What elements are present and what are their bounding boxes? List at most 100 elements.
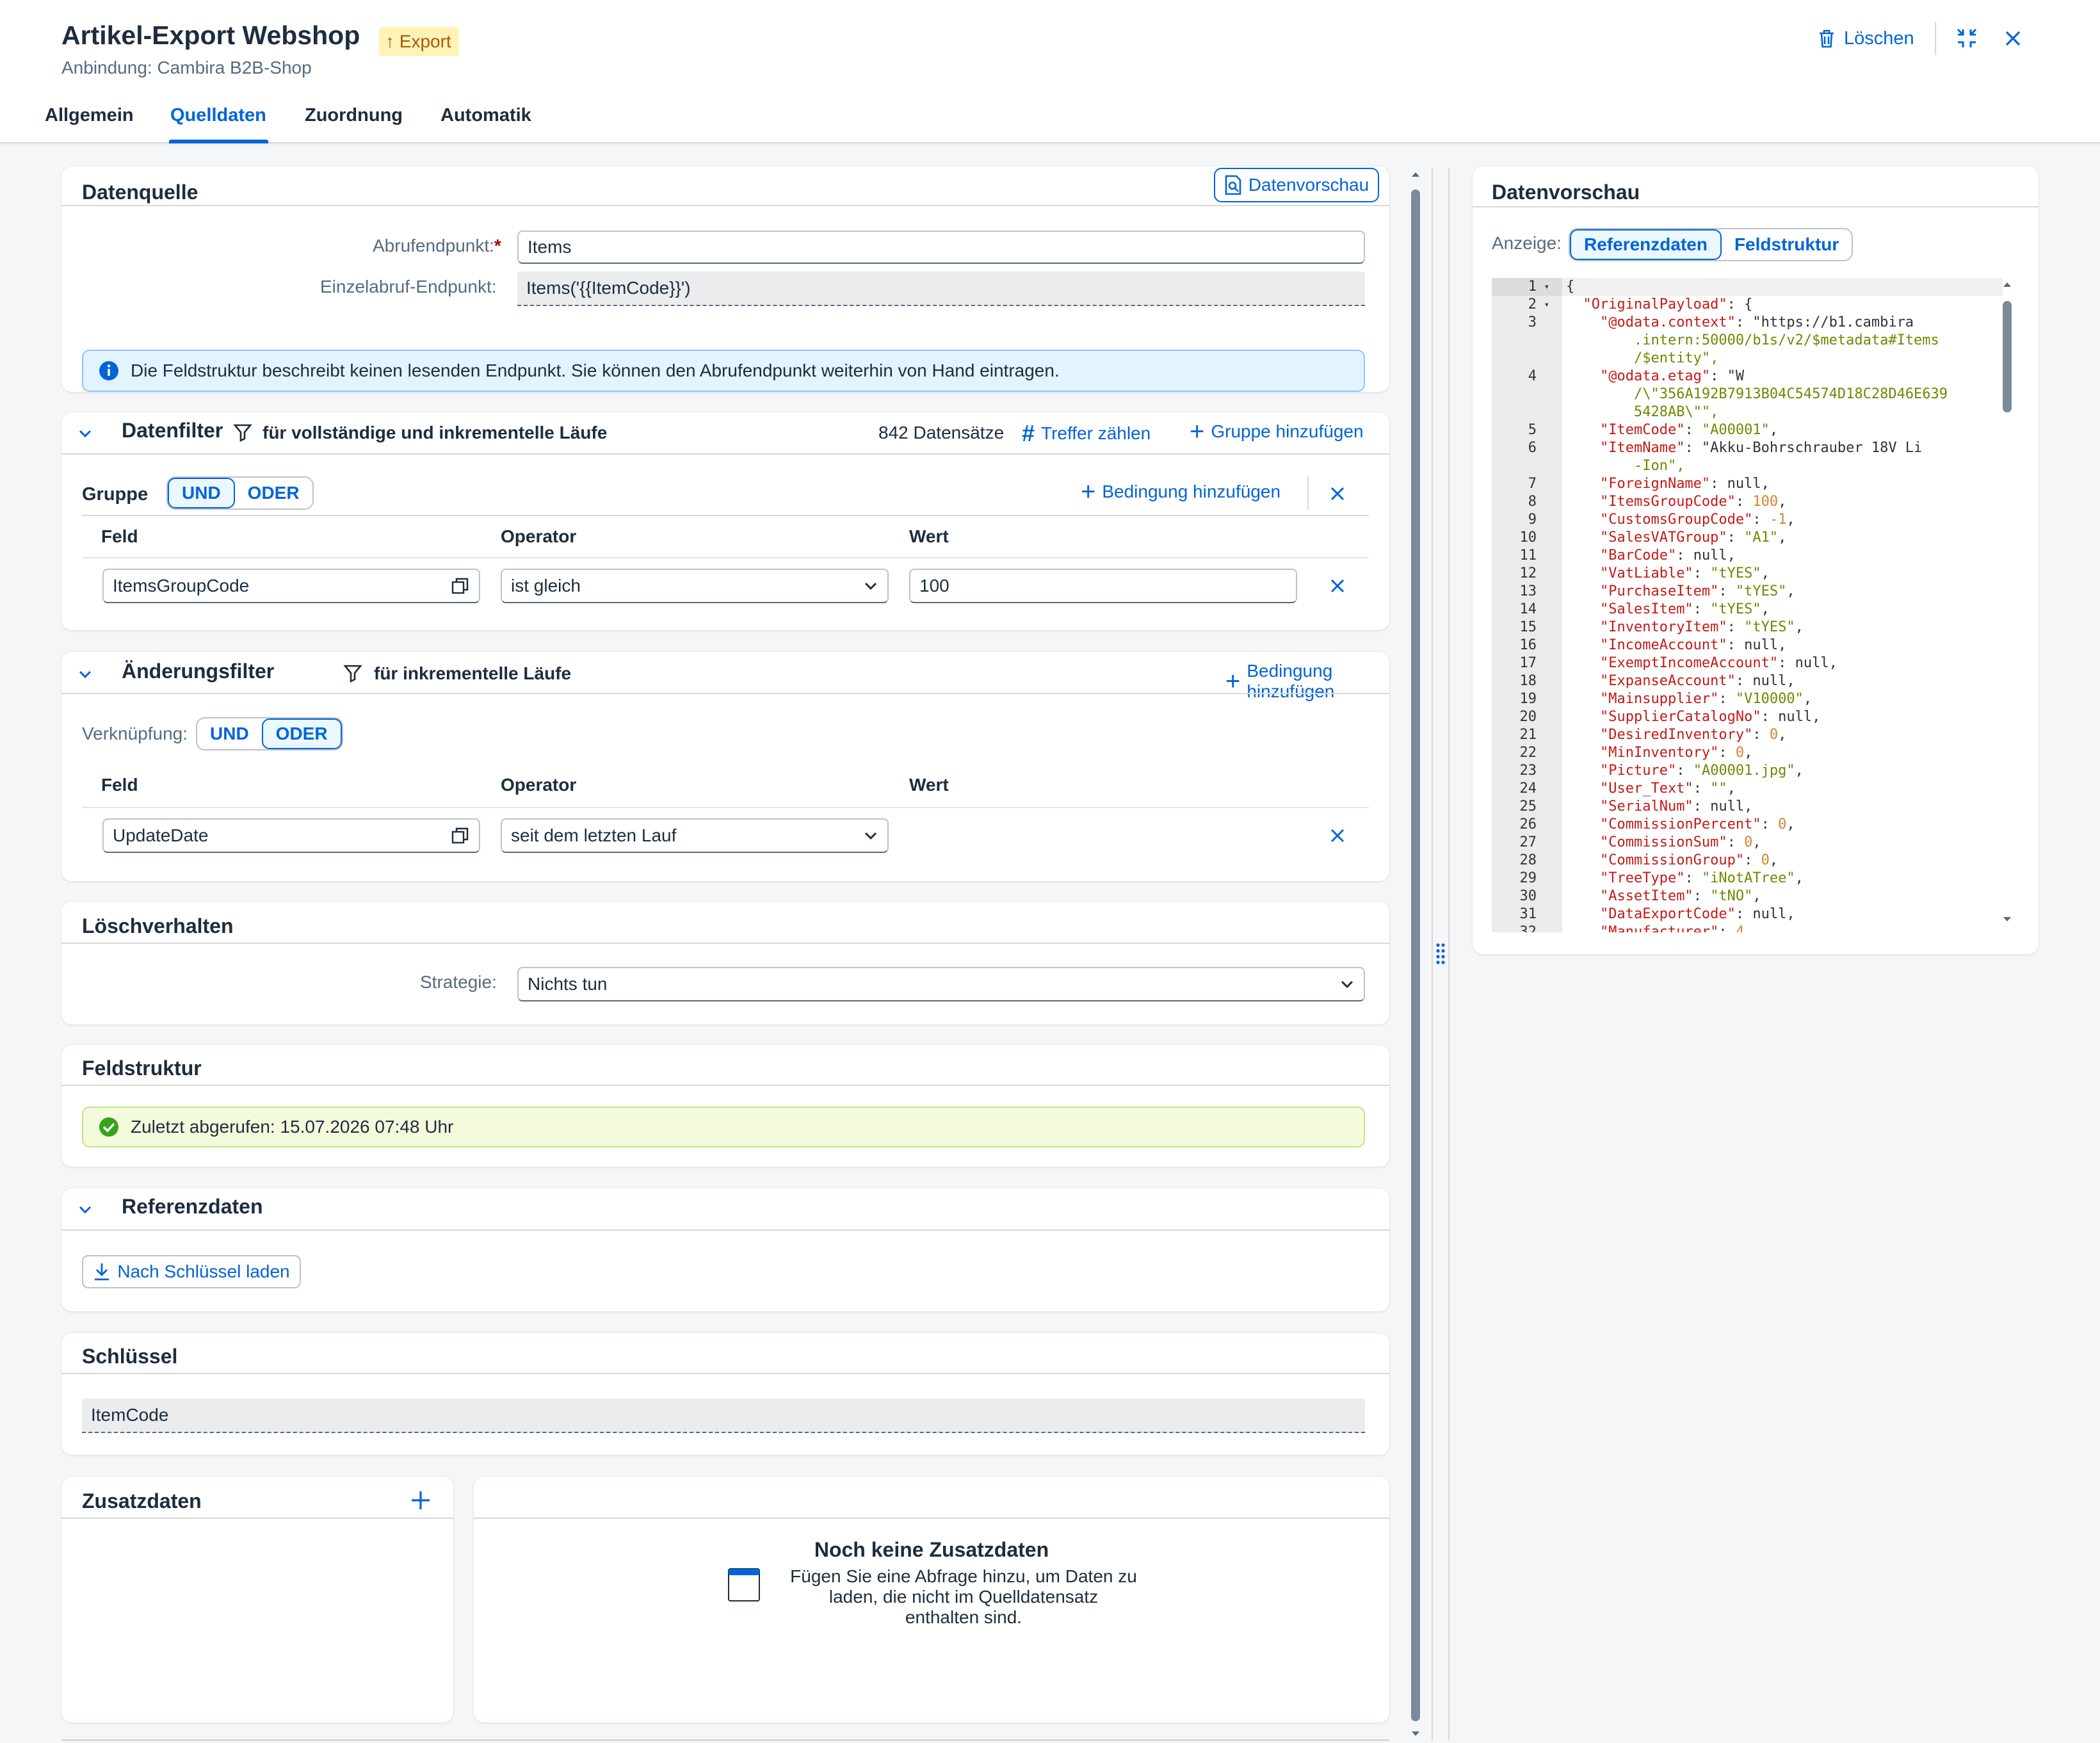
scroll-up-icon[interactable] (1410, 170, 1421, 178)
and-option[interactable]: UND (168, 478, 235, 508)
success-check-icon (99, 1117, 118, 1137)
code-line: "@odata.etag": "W (1599, 368, 1745, 384)
info-icon (99, 361, 118, 380)
code-line: "ExemptIncomeAccount": null, (1599, 655, 1838, 671)
collapse-chevron-icon[interactable] (77, 1201, 93, 1218)
line-number: 1 (1528, 279, 1537, 295)
code-line: "Mainsupplier": "V10000", (1599, 691, 1813, 707)
tab-zuordnung[interactable]: Zuordnung (305, 105, 403, 126)
referenzdaten-section: Referenzdaten Nach Schlüssel laden (61, 1188, 1389, 1311)
code-line: "SupplierCatalogNo": null, (1599, 709, 1821, 725)
tab-quelldaten[interactable]: Quelldaten (170, 105, 266, 126)
code-line: 5428AB\"", (1633, 404, 1719, 420)
code-line: "ItemsGroupCode": 100, (1599, 494, 1787, 510)
line-number: 21 (1519, 727, 1537, 743)
fold-chevron-icon[interactable]: ▾ (1539, 278, 1549, 296)
line-number: 2 (1528, 296, 1537, 312)
add-condition-label: Bedingung hinzufügen (1102, 482, 1281, 501)
delete-button[interactable]: Löschen (1817, 24, 1914, 53)
remove-group-icon[interactable] (1329, 485, 1346, 502)
trash-icon (1820, 29, 1834, 48)
code-line: /\"356A192B7913B04C54574D18C28D46E639 (1633, 386, 1948, 402)
endpoint-input[interactable]: Items (517, 231, 1365, 264)
change-operator-select[interactable]: seit dem letzten Lauf (501, 818, 889, 853)
code-line: { (1566, 279, 1575, 295)
panel-title: Datenvorschau (1492, 181, 1640, 204)
datenfilter-section: Datenfilter für vollständige und inkreme… (61, 412, 1389, 630)
section-divider (1473, 206, 2039, 207)
close-icon (2005, 31, 2021, 46)
download-icon (95, 1263, 109, 1281)
info-text: Die Feldstruktur beschreibt keinen lesen… (131, 361, 1060, 380)
remove-condition-icon[interactable] (1329, 578, 1346, 594)
section-divider (61, 943, 1389, 944)
filter-field-value: ItemsGroupCode (113, 576, 250, 596)
view-option-feldstruktur[interactable]: Feldstruktur (1722, 229, 1852, 260)
col-operator: Operator (501, 526, 577, 546)
collapse-chevron-icon[interactable] (77, 666, 93, 683)
code-line: "ItemCode": "A00001", (1599, 422, 1779, 438)
section-title: Datenfilter (122, 419, 223, 442)
line-number: 32 (1519, 924, 1537, 932)
add-condition-button[interactable]: + Bedingung hinzufügen (1225, 661, 1389, 702)
code-line: "SalesItem": "tYES", (1599, 601, 1770, 617)
fold-chevron-icon[interactable]: ▾ (1539, 296, 1549, 314)
filter-value-input[interactable]: 100 (909, 569, 1297, 603)
and-option[interactable]: UND (197, 718, 262, 749)
line-number: 25 (1519, 799, 1537, 815)
section-title: Änderungsfilter (122, 660, 275, 683)
scroll-up-icon[interactable] (2002, 280, 2012, 288)
code-editor[interactable]: 1 ▾ {2 ▾ "OriginalPayload": {3 "@odata.cont… (1492, 278, 2003, 932)
datenvorschau-button[interactable]: Datenvorschau (1214, 168, 1379, 202)
code-line: .intern:50000/b1s/v2/$metadata#Items (1633, 332, 1939, 348)
load-by-key-button[interactable]: Nach Schlüssel laden (82, 1255, 301, 1288)
filter-operator-select[interactable]: ist gleich (501, 569, 889, 603)
endpoint-label-text: Abrufendpunkt: (373, 236, 494, 255)
empty-line-2: laden, die nicht im Quelldatensatz (828, 1587, 1099, 1607)
collapse-chevron-icon[interactable] (77, 425, 93, 442)
section-divider (61, 1229, 1389, 1231)
header-separator (1935, 22, 1936, 55)
status-text: Zuletzt abgerufen: 15.07.2026 07:48 Uhr (131, 1117, 454, 1137)
col-field: Feld (101, 775, 138, 795)
tab-allgemein[interactable]: Allgemein (45, 105, 134, 126)
view-option-referenzdaten[interactable]: Referenzdaten (1570, 229, 1722, 260)
delete-label: Löschen (1844, 28, 1914, 49)
collapse-button[interactable] (1955, 24, 1983, 53)
value-help-icon[interactable] (451, 826, 470, 845)
or-option[interactable]: ODER (235, 478, 312, 508)
value-help-icon[interactable] (451, 576, 470, 596)
count-hits-button[interactable]: # Treffer zählen (1022, 420, 1151, 447)
change-field-input[interactable]: UpdateDate (102, 818, 480, 853)
scroll-down-icon[interactable] (1410, 1730, 1421, 1738)
section-divider (61, 1085, 1389, 1086)
or-option[interactable]: ODER (261, 718, 342, 749)
add-icon[interactable] (410, 1489, 432, 1511)
scroll-down-icon[interactable] (2002, 916, 2012, 923)
scroll-thumb[interactable] (1411, 190, 1420, 1721)
add-group-button[interactable]: + Gruppe hinzufügen (1190, 419, 1364, 444)
line-number: 20 (1519, 709, 1537, 725)
close-button[interactable] (2004, 24, 2032, 53)
splitter-grip-icon[interactable] (1434, 941, 1447, 967)
code-line: "VatLiable": "tYES", (1599, 565, 1770, 581)
section-divider (61, 1373, 1389, 1374)
table-header-divider (82, 807, 1369, 808)
code-line: "BarCode": null, (1599, 547, 1736, 563)
code-scroll-thumb[interactable] (2003, 301, 2012, 412)
filter-icon (233, 424, 252, 442)
remove-condition-icon[interactable] (1329, 827, 1346, 844)
left-scrollbar[interactable] (1409, 168, 1423, 1740)
filter-field-input[interactable]: ItemsGroupCode (102, 569, 480, 603)
view-toggle: Referenzdaten Feldstruktur (1569, 228, 1854, 261)
schluessel-section: Schlüssel ItemCode (61, 1333, 1389, 1455)
strategy-select[interactable]: Nichts tun (517, 967, 1365, 1001)
line-number: 11 (1519, 547, 1537, 563)
empty-description: Fügen Sie eine Abfrage hinzu, um Daten z… (755, 1566, 1172, 1628)
code-line: "DesiredInventory": 0, (1599, 727, 1787, 743)
line-number: 14 (1519, 601, 1537, 617)
tab-automatik[interactable]: Automatik (440, 105, 531, 126)
add-condition-button[interactable]: + Bedingung hinzufügen (1081, 479, 1281, 505)
line-number: 18 (1519, 673, 1537, 689)
single-endpoint-label: Einzelabruf-Endpunkt: (320, 277, 497, 296)
